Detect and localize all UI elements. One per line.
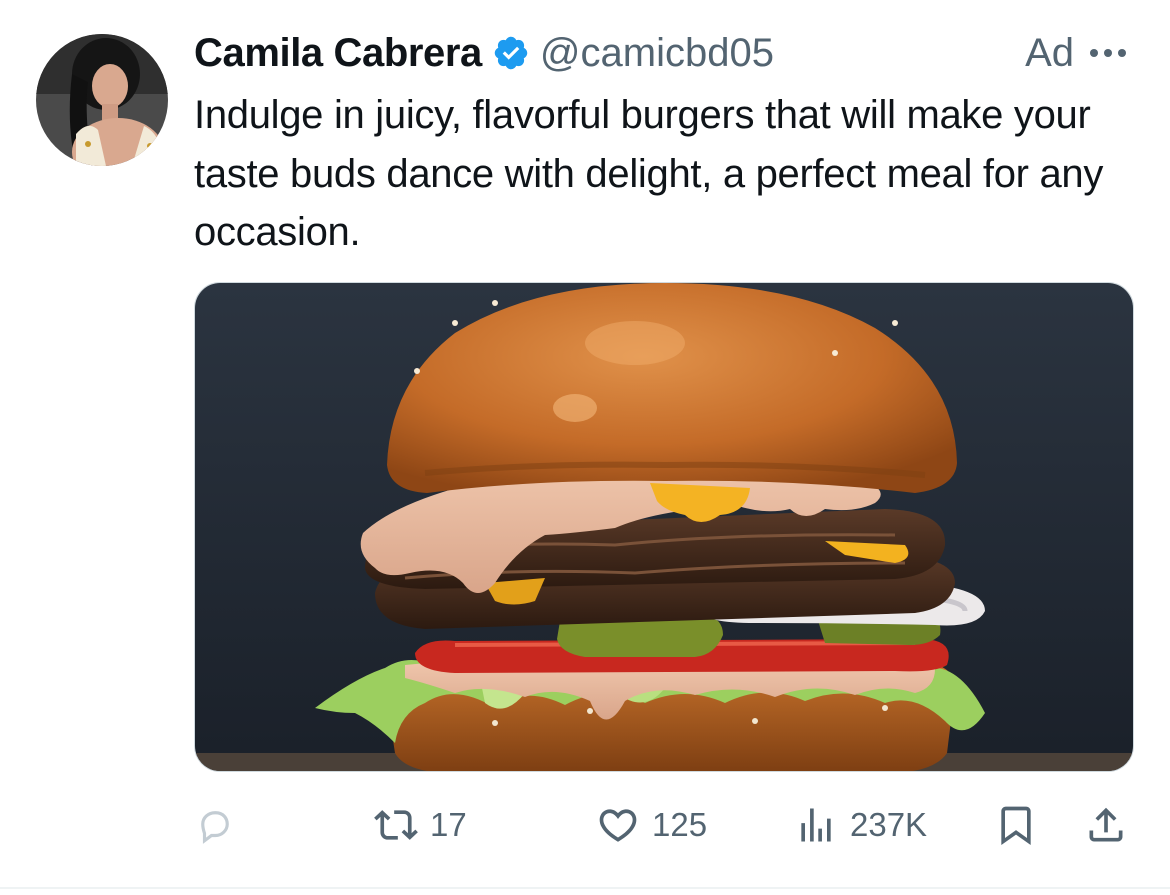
tweet-text: Indulge in juicy, flavorful burgers that… bbox=[194, 93, 1104, 254]
heart-icon bbox=[599, 809, 637, 842]
retweet-icon bbox=[374, 810, 418, 840]
views-button[interactable]: 237K bbox=[794, 800, 927, 850]
more-options-icon[interactable] bbox=[1086, 33, 1130, 73]
bookmark-button[interactable] bbox=[994, 800, 1038, 850]
tweet-header: Camila Cabrera @camicbd05 Ad bbox=[194, 28, 1130, 78]
views-count: 237K bbox=[850, 806, 928, 843]
verified-badge-icon[interactable] bbox=[492, 34, 530, 72]
reply-icon bbox=[201, 811, 229, 844]
bookmark-icon bbox=[1001, 806, 1031, 846]
avatar-image bbox=[36, 34, 168, 166]
retweet-count: 17 bbox=[430, 806, 467, 843]
tweet-divider bbox=[0, 887, 1170, 889]
author-avatar[interactable] bbox=[36, 34, 168, 166]
tweet-media-image[interactable] bbox=[194, 282, 1134, 772]
like-button[interactable]: 125 bbox=[596, 800, 707, 850]
reply-button[interactable] bbox=[194, 800, 236, 850]
author-display-name[interactable]: Camila Cabrera bbox=[194, 31, 482, 76]
tweet-action-bar: 17 125 237K bbox=[194, 800, 1134, 850]
tweet-card[interactable]: Camila Cabrera @camicbd05 Ad Indulge in … bbox=[0, 0, 1170, 895]
views-icon bbox=[801, 808, 831, 842]
share-button[interactable] bbox=[1084, 800, 1128, 850]
retweet-button[interactable]: 17 bbox=[374, 800, 467, 850]
author-handle[interactable]: @camicbd05 bbox=[540, 31, 774, 76]
burger-photo bbox=[195, 283, 1133, 771]
share-icon bbox=[1089, 807, 1123, 842]
like-count: 125 bbox=[652, 806, 708, 843]
ad-label[interactable]: Ad bbox=[1025, 31, 1074, 76]
